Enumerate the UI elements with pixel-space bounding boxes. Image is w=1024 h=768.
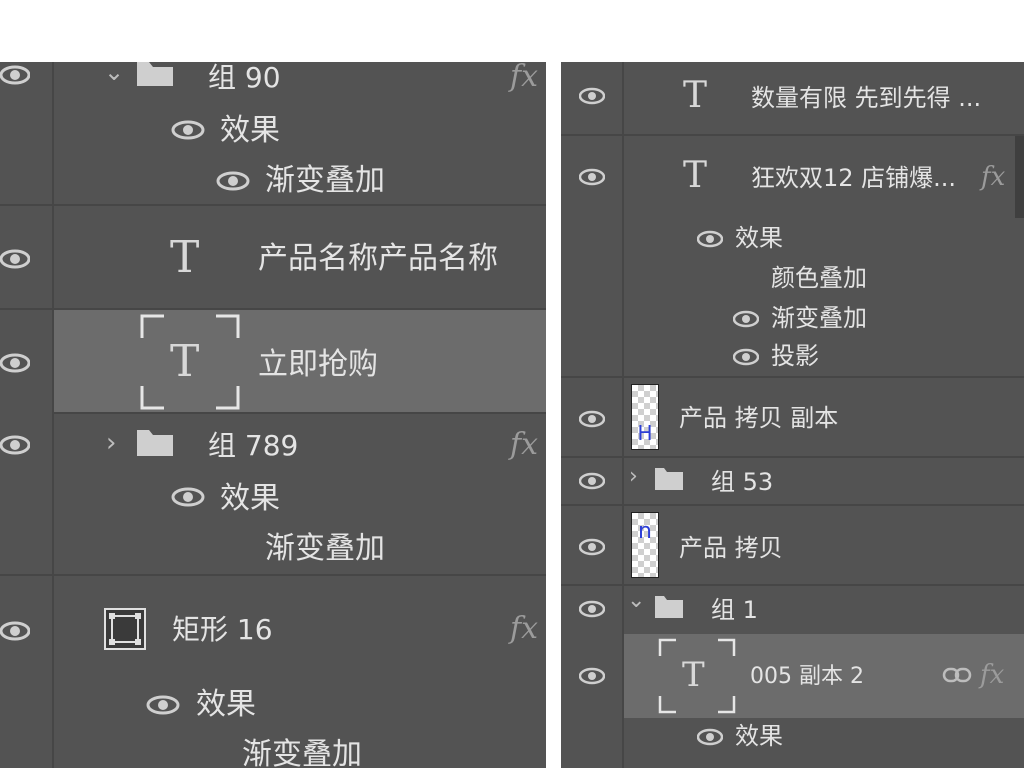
text-layer-icon: T (170, 336, 200, 387)
chevron-right-icon[interactable]: › (106, 430, 116, 456)
layer-name: 产品 拷贝 (679, 534, 783, 562)
effects-row[interactable]: 效果 (561, 222, 1024, 256)
folder-icon (137, 430, 173, 456)
layer-row-limited-quantity[interactable]: T 数量有限 先到先得 ... (561, 62, 1024, 136)
effects-label: 效果 (196, 687, 256, 722)
layer-name: 数量有限 先到先得 ... (751, 84, 982, 112)
color-overlay-label: 颜色叠加 (771, 264, 867, 292)
fx-icon[interactable]: fx (980, 662, 1004, 688)
layer-row-product-copy-copy[interactable]: H 产品 拷贝 副本 (561, 378, 1024, 458)
layer-name: 狂欢双12 店铺爆... (751, 164, 957, 192)
layer-name: 组 1 (711, 596, 758, 624)
layers-panel-left: ⌄ 组 90 fx 效果 渐变叠加 T 产品名称产品名称 T 立即抢购 › 组 … (0, 62, 546, 768)
chevron-right-icon[interactable]: › (629, 466, 638, 488)
gradient-overlay-row[interactable]: 渐变叠加 (561, 302, 1024, 336)
text-layer-icon: T (170, 232, 200, 283)
effects-row[interactable]: 效果 (561, 720, 1024, 754)
layer-row-group-53[interactable]: › 组 53 (561, 458, 1024, 506)
eye-icon[interactable] (579, 410, 605, 428)
link-icon[interactable] (942, 666, 972, 684)
folder-icon (137, 62, 173, 86)
layer-thumbnail: H (631, 384, 659, 450)
eye-icon[interactable] (579, 472, 605, 490)
gradient-overlay-row[interactable]: 渐变叠加 (0, 164, 546, 204)
effects-label: 效果 (735, 224, 783, 252)
effects-row[interactable]: 效果 (0, 482, 546, 522)
layers-panel-right: T 数量有限 先到先得 ... T 狂欢双12 店铺爆... fx 效果 颜色叠… (561, 62, 1024, 768)
thumbnail-content: n (638, 519, 652, 544)
eye-icon[interactable] (0, 248, 30, 270)
drop-shadow-row[interactable]: 投影 (561, 340, 1024, 374)
eye-icon[interactable] (146, 694, 180, 716)
layer-name: 005 副本 2 (750, 664, 864, 689)
gradient-overlay-label: 渐变叠加 (771, 304, 867, 332)
gradient-overlay-label: 渐变叠加 (242, 737, 362, 768)
gradient-overlay-row[interactable]: 渐变叠加 (0, 532, 546, 572)
fx-icon[interactable]: fx (981, 164, 1005, 190)
eye-icon[interactable] (697, 230, 723, 248)
eye-icon[interactable] (579, 667, 605, 685)
scrollbar[interactable] (1015, 136, 1024, 218)
thumbnail-content: H (637, 421, 653, 445)
eye-icon[interactable] (579, 538, 605, 556)
layer-row-carnival-12[interactable]: T 狂欢双12 店铺爆... fx 效果 颜色叠加 渐变叠加 投影 (561, 136, 1024, 378)
text-layer-icon: T (683, 155, 708, 196)
layer-row-product-name[interactable]: T 产品名称产品名称 (0, 206, 546, 310)
layer-name: 组 789 (208, 429, 299, 462)
gradient-overlay-label: 渐变叠加 (265, 531, 385, 566)
gradient-overlay-row[interactable]: 渐变叠加 (0, 738, 546, 768)
eye-icon[interactable] (0, 352, 30, 374)
gradient-overlay-label: 渐变叠加 (265, 163, 385, 198)
layer-row-005-copy-2[interactable]: T 005 副本 2 fx (624, 634, 1024, 718)
layer-name: 产品 拷贝 副本 (679, 404, 839, 432)
layer-row-buy-now[interactable]: T 立即抢购 (54, 310, 546, 414)
eye-icon[interactable] (0, 64, 30, 86)
eye-icon[interactable] (171, 119, 205, 141)
eye-icon[interactable] (579, 87, 605, 105)
eye-icon[interactable] (171, 486, 205, 508)
drop-shadow-label: 投影 (771, 342, 819, 370)
folder-icon (655, 596, 683, 618)
fx-icon[interactable]: fx (510, 430, 538, 460)
color-overlay-row[interactable]: 颜色叠加 (561, 262, 1024, 296)
text-layer-icon: T (682, 655, 705, 695)
layer-row-rectangle-16[interactable]: 矩形 16 fx 效果 渐变叠加 (0, 576, 546, 768)
eye-icon[interactable] (733, 348, 759, 366)
layer-name: 产品名称产品名称 (258, 241, 498, 276)
eye-icon[interactable] (733, 310, 759, 328)
effects-label: 效果 (220, 481, 280, 516)
layer-name: 组 53 (711, 468, 774, 496)
layer-row-group-1[interactable]: ⌄ 组 1 (561, 586, 1024, 634)
fx-icon[interactable]: fx (510, 614, 538, 644)
eye-icon[interactable] (216, 170, 250, 192)
eye-icon[interactable] (0, 620, 30, 642)
effects-row[interactable]: 效果 (0, 688, 546, 728)
layer-thumbnail: n (631, 512, 659, 578)
chevron-down-icon[interactable]: ⌄ (627, 590, 645, 612)
fx-icon[interactable]: fx (510, 62, 538, 92)
rectangle-shape-icon (104, 608, 146, 650)
eye-icon[interactable] (697, 728, 723, 746)
layer-row-group-90[interactable]: ⌄ 组 90 fx 效果 渐变叠加 (0, 62, 546, 206)
layer-row-product-copy[interactable]: n 产品 拷贝 (561, 506, 1024, 586)
layer-name: 立即抢购 (258, 347, 378, 382)
effects-row[interactable]: 效果 (0, 114, 546, 154)
layer-name: 组 90 (208, 62, 281, 94)
effects-label: 效果 (735, 722, 783, 750)
eye-icon[interactable] (0, 434, 30, 456)
effects-label: 效果 (220, 113, 280, 148)
folder-icon (655, 468, 683, 490)
eye-icon[interactable] (579, 600, 605, 618)
chevron-down-icon[interactable]: ⌄ (104, 62, 124, 84)
eye-icon[interactable] (579, 168, 605, 186)
layer-name: 矩形 16 (172, 613, 273, 646)
text-layer-icon: T (683, 75, 708, 116)
layer-row-group-789[interactable]: › 组 789 fx 效果 渐变叠加 (0, 414, 546, 576)
